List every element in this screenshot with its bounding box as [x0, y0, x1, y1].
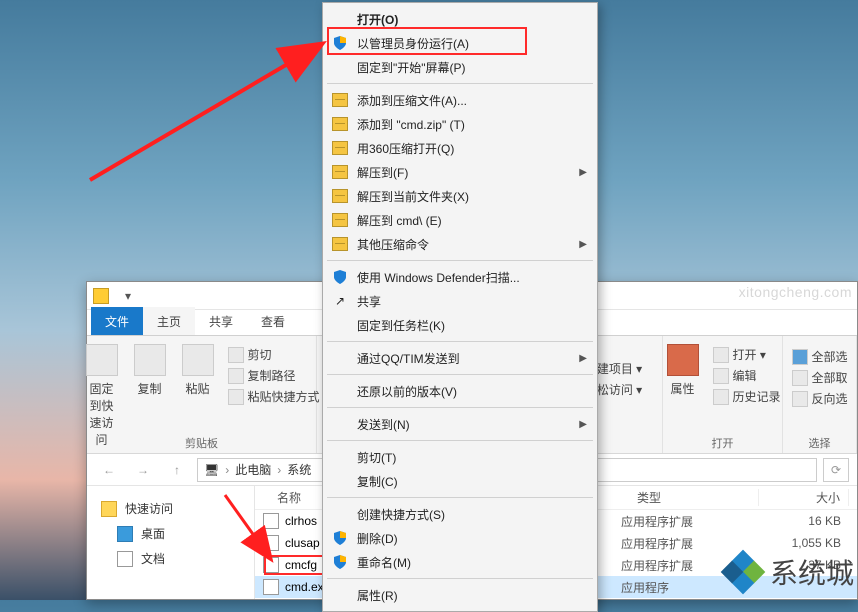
pin-icon — [86, 344, 118, 376]
checkmark-icon — [667, 344, 699, 376]
menu-pin-start[interactable]: 固定到"开始"屏幕(P) — [325, 55, 595, 79]
menu-rename[interactable]: 重命名(M) — [325, 550, 595, 574]
file-type: 应用程序扩展 — [621, 513, 751, 530]
submenu-arrow-icon: ▶ — [579, 167, 587, 178]
file-icon — [263, 579, 279, 595]
archive-icon — [332, 93, 348, 107]
menu-copy[interactable]: 复制(C) — [325, 469, 595, 493]
annotation-arrow-2 — [220, 490, 280, 570]
file-type: 应用程序扩展 — [621, 535, 751, 552]
breadcrumb-drive[interactable]: 系统 — [287, 461, 311, 478]
submenu-arrow-icon: ▶ — [579, 239, 587, 250]
menu-extract-to[interactable]: 解压到(F)▶ — [325, 160, 595, 184]
menu-delete[interactable]: 删除(D) — [325, 526, 595, 550]
open-icon — [713, 347, 729, 363]
submenu-arrow-icon: ▶ — [579, 419, 587, 430]
select-none-button[interactable]: 全部取 — [788, 367, 852, 388]
quick-access-toolbar[interactable]: ▾ — [115, 286, 141, 306]
watermark-text: 系统城 — [770, 552, 854, 592]
tab-view[interactable]: 查看 — [247, 307, 299, 335]
archive-icon — [332, 213, 348, 227]
paste-shortcut-icon — [228, 389, 244, 405]
pc-icon: 🖥 — [204, 463, 219, 477]
watermark: 系统城 — [724, 552, 854, 592]
menu-extract-here[interactable]: 解压到当前文件夹(X) — [325, 184, 595, 208]
defender-shield-icon — [333, 270, 347, 284]
menu-restore-previous[interactable]: 还原以前的版本(V) — [325, 379, 595, 403]
menu-pin-taskbar[interactable]: 固定到任务栏(K) — [325, 313, 595, 337]
share-icon: ↗ — [329, 293, 351, 309]
select-all-button[interactable]: 全部选 — [788, 346, 852, 367]
invert-selection-icon — [792, 391, 808, 407]
highlight-run-as-admin — [327, 27, 527, 55]
menu-add-to-archive[interactable]: 添加到压缩文件(A)... — [325, 88, 595, 112]
scissors-icon — [228, 347, 244, 363]
breadcrumb-thispc[interactable]: 此电脑 — [235, 461, 271, 478]
paste-shortcut-button[interactable]: 粘贴快捷方式 — [224, 386, 324, 407]
archive-icon — [332, 189, 348, 203]
refresh-button[interactable]: ⟳ — [823, 458, 849, 482]
star-icon — [101, 501, 117, 517]
copy-path-button[interactable]: 复制路径 — [224, 365, 324, 386]
watermark-logo-icon — [724, 553, 762, 591]
menu-create-shortcut[interactable]: 创建快捷方式(S) — [325, 502, 595, 526]
col-type[interactable]: 类型 — [629, 489, 759, 506]
archive-icon — [332, 141, 348, 155]
select-none-icon — [792, 370, 808, 386]
menu-send-qq-tim[interactable]: 通过QQ/TIM发送到▶ — [325, 346, 595, 370]
paste-button[interactable]: 粘贴 — [176, 340, 220, 401]
col-size[interactable]: 大小 — [759, 489, 849, 506]
menu-defender-scan[interactable]: 使用 Windows Defender扫描... — [325, 265, 595, 289]
open-group-label: 打开 — [663, 435, 782, 451]
archive-icon — [332, 165, 348, 179]
archive-icon — [332, 237, 348, 251]
history-button[interactable]: 历史记录 — [709, 386, 785, 407]
select-all-icon — [792, 349, 808, 365]
select-group-label: 选择 — [783, 435, 856, 451]
document-icon — [117, 551, 133, 567]
menu-send-to[interactable]: 发送到(N)▶ — [325, 412, 595, 436]
annotation-arrow — [80, 30, 340, 190]
tab-share[interactable]: 共享 — [195, 307, 247, 335]
menu-cut[interactable]: 剪切(T) — [325, 445, 595, 469]
menu-extract-to-cmd[interactable]: 解压到 cmd\ (E) — [325, 208, 595, 232]
menu-properties[interactable]: 属性(R) — [325, 583, 595, 607]
archive-icon — [332, 117, 348, 131]
copy-button[interactable]: 复制 — [128, 340, 172, 401]
paste-icon — [182, 344, 214, 376]
menu-other-archive[interactable]: 其他压缩命令▶ — [325, 232, 595, 256]
shield-icon — [333, 531, 347, 545]
context-menu: 打开(O) 以管理员身份运行(A) 固定到"开始"屏幕(P) 添加到压缩文件(A… — [322, 2, 598, 612]
history-icon — [713, 389, 729, 405]
open-button[interactable]: 打开 ▾ — [709, 344, 785, 365]
edit-icon — [713, 368, 729, 384]
desktop-icon — [117, 526, 133, 542]
back-button[interactable]: ← — [95, 458, 123, 482]
tab-file[interactable]: 文件 — [91, 307, 143, 335]
up-button[interactable]: ↑ — [163, 458, 191, 482]
clipboard-group-label: 剪贴板 — [87, 435, 316, 451]
watermark-url: xitongcheng.com — [739, 284, 852, 300]
folder-icon — [93, 288, 109, 304]
properties-button[interactable]: 属性 — [661, 340, 705, 401]
menu-open-with-360[interactable]: 用360压缩打开(Q) — [325, 136, 595, 160]
invert-selection-button[interactable]: 反向选 — [788, 388, 852, 409]
shield-icon — [333, 555, 347, 569]
copy-path-icon — [228, 368, 244, 384]
menu-share[interactable]: ↗共享 — [325, 289, 595, 313]
copy-icon — [134, 344, 166, 376]
forward-button[interactable]: → — [129, 458, 157, 482]
tab-home[interactable]: 主页 — [143, 307, 195, 335]
edit-button[interactable]: 编辑 — [709, 365, 785, 386]
file-size: 16 KB — [751, 514, 841, 528]
submenu-arrow-icon: ▶ — [579, 353, 587, 364]
file-size: 1,055 KB — [751, 536, 841, 550]
cut-button[interactable]: 剪切 — [224, 344, 324, 365]
menu-add-to-cmd-zip[interactable]: 添加到 "cmd.zip" (T) — [325, 112, 595, 136]
